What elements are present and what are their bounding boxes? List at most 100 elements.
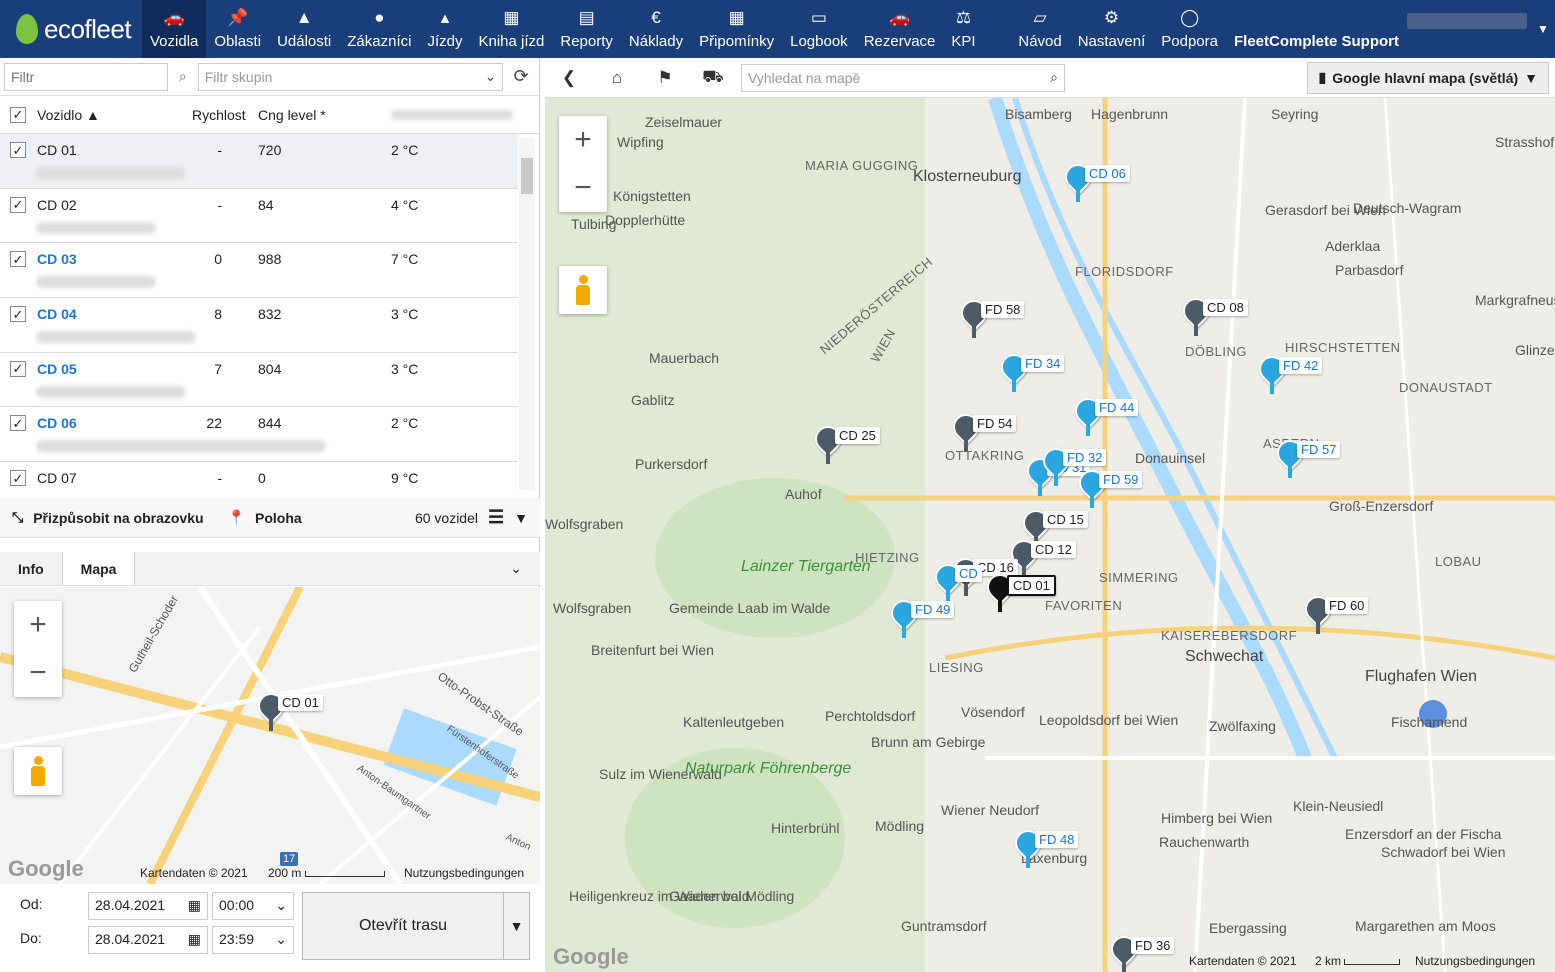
nav-item-připomínky[interactable]: ▦ Připomínky — [691, 0, 782, 58]
back-chevron-icon[interactable]: ❮ — [545, 58, 593, 98]
truck-icon[interactable]: ⛟ — [689, 58, 737, 98]
map-place-label: Hagenbrunn — [1091, 106, 1169, 122]
nav-item-kpi[interactable]: ⚖ KPI — [943, 0, 983, 58]
nav-item-jízdy[interactable]: ▴ Jízdy — [419, 0, 470, 58]
vehicle-marker-label: FD 60 — [1325, 597, 1369, 614]
nav-item-podpora[interactable]: ◯ Podpora — [1153, 0, 1226, 58]
vehicle-marker-label: CD 15 — [1043, 511, 1088, 528]
open-route-button[interactable]: Otevřít trasu ▼ — [302, 892, 530, 960]
mini-zoom-out-button[interactable]: − — [14, 649, 62, 697]
top-navigation: ecofleet 🚗 Vozidla 📌 Oblasti ▲ Události ● Zákaz… — [0, 0, 1555, 58]
vehicle-marker-label: FD 48 — [1035, 831, 1079, 848]
flag-icon[interactable]: ⚑ — [641, 58, 689, 98]
vehicle-filter-input[interactable] — [4, 62, 168, 91]
map-place-label: FLORIDSDORF — [1075, 264, 1174, 279]
mini-street-view-pegman-icon[interactable] — [14, 747, 62, 795]
to-date-input[interactable]: 28.04.2021 ▦ — [88, 926, 208, 954]
google-logo: Google — [8, 856, 84, 881]
map-place-label: OTTAKRING — [945, 448, 1025, 463]
table-row[interactable]: ✓ CD 06 22 844 2 °C — [0, 407, 518, 463]
group-filter-select[interactable]: Filtr skupin ⌄ — [197, 62, 504, 91]
vehicle-marker-label: FD 57 — [1297, 441, 1341, 458]
map-place-label: Deutsch-Wagram — [1353, 200, 1462, 216]
nav-item-zákazníci[interactable]: ● Zákazníci — [339, 0, 419, 58]
fit-to-screen-button[interactable]: Přizpůsobit na obrazovku — [33, 510, 203, 526]
table-row[interactable]: ✓ CD 03 0 988 7 °C — [0, 243, 518, 299]
nav-item-nastavení[interactable]: ⚙ Nastavení — [1070, 0, 1154, 58]
chevron-down-icon[interactable]: ▼ — [514, 510, 528, 526]
map-place-label: MARIA GUGGING — [805, 158, 919, 173]
col-speed[interactable]: Rychlost — [192, 107, 246, 123]
collapse-chevron-icon[interactable]: ⌄ — [492, 552, 540, 585]
select-all-checkbox[interactable]: ✓ — [10, 106, 26, 123]
search-icon[interactable]: ⌕ — [172, 68, 194, 85]
nav-item-návod[interactable]: ▱ Návod — [1010, 0, 1069, 58]
vehicle-speed: - — [217, 196, 222, 213]
tab-map[interactable]: Mapa — [61, 552, 136, 585]
chat-icon: ◯ — [1180, 8, 1200, 27]
to-time-select[interactable]: 23:59 ⌄ — [212, 926, 294, 954]
warning-icon: ▲ — [295, 8, 313, 27]
calendar-icon[interactable]: ▦ — [188, 897, 201, 915]
map-layer-select[interactable]: ▮ Google hlavní mapa (světlá) ▼ — [1307, 61, 1549, 94]
mini-zoom-in-button[interactable]: + — [14, 601, 62, 649]
from-date-input[interactable]: 28.04.2021 ▦ — [88, 892, 208, 920]
nav-label: Zákazníci — [347, 33, 412, 50]
refresh-icon[interactable]: ⟳ — [507, 66, 535, 87]
position-button[interactable]: Poloha — [255, 510, 302, 526]
vehicle-marker-label: CD 25 — [835, 427, 880, 444]
map-search-input[interactable]: Vyhledat na mapě ⌕ — [741, 63, 1065, 92]
table-row[interactable]: ✓ CD 05 7 804 3 °C — [0, 353, 518, 408]
vehicle-temperature: 9 °C — [391, 470, 419, 487]
search-icon[interactable]: ⌕ — [1050, 69, 1058, 86]
nav-item-fleetcomplete-support[interactable]: FleetComplete Support — [1226, 0, 1407, 58]
zoom-out-button[interactable]: − — [559, 164, 607, 212]
map-place-label: Klosterneuburg — [913, 168, 1022, 185]
tab-info[interactable]: Info — [0, 552, 62, 585]
mini-map[interactable]: Gutheil-Schoder Otto-Probst-Straße Fürst… — [0, 587, 540, 884]
col-cng-level[interactable]: Cng level * — [258, 107, 326, 123]
map-book-icon: ▮ — [1318, 69, 1327, 85]
col-blurred[interactable] — [392, 109, 512, 120]
from-time-select[interactable]: 00:00 ⌄ — [212, 892, 294, 920]
nav-item-oblasti[interactable]: 📌 Oblasti — [206, 0, 269, 58]
nav-label: Náklady — [628, 33, 684, 50]
nav-item-vozidla[interactable]: 🚗 Vozidla — [142, 0, 207, 58]
brand-name: ecofleet — [44, 13, 132, 44]
nav-item-reporty[interactable]: ▤ Reporty — [552, 0, 621, 58]
table-row[interactable]: ✓ CD 04 8 832 3 °C — [0, 298, 518, 353]
home-icon[interactable]: ⌂ — [593, 58, 641, 98]
ecofleet-logo[interactable]: ecofleet — [0, 0, 142, 58]
mini-terms-link[interactable]: Nutzungsbedingungen — [404, 866, 524, 880]
nav-label: Rezervace — [863, 33, 936, 50]
calendar-icon[interactable]: ▦ — [188, 931, 201, 949]
list-scrollbar[interactable] — [519, 138, 535, 490]
nav-item-rezervace[interactable]: 🚗 Rezervace — [856, 0, 944, 58]
table-row[interactable]: ✓ CD 01-720 2 °C — [0, 134, 518, 189]
google-logo: Google — [553, 944, 629, 969]
user-menu-chevron-icon[interactable]: ▼ — [1531, 0, 1555, 58]
route-options-chevron-icon[interactable]: ▼ — [503, 893, 529, 959]
vehicle-temperature: 2 °C — [391, 142, 419, 158]
map-terms-link[interactable]: Nutzungsbedingungen — [1415, 954, 1535, 968]
nav-label: Kniha jízd — [478, 33, 545, 50]
zoom-in-button[interactable]: + — [559, 116, 607, 164]
list-menu-icon[interactable]: ☰ — [488, 507, 504, 528]
main-map[interactable]: ❮ ⌂ ⚑ ⛟ Vyhledat na mapě ⌕ ▮ Google hlav… — [545, 58, 1555, 972]
map-place-label: Zeiselmauer — [645, 114, 723, 130]
col-vehicle[interactable]: Vozidlo ▲ — [37, 107, 100, 123]
nav-item-logbook[interactable]: ▭ Logbook — [782, 0, 856, 58]
nav-item-náklady[interactable]: € Náklady — [621, 0, 691, 58]
nav-item-události[interactable]: ▲ Události — [269, 0, 339, 58]
vehicle-marker-label: CD 06 — [1085, 165, 1130, 182]
nav-item-kniha-jízd[interactable]: ▦ Kniha jízd — [470, 0, 552, 58]
street-view-pegman-icon[interactable] — [559, 266, 607, 314]
user-name-blurred[interactable] — [1407, 13, 1527, 29]
map-place-label: Purkersdorf — [635, 456, 708, 472]
from-label: Od: — [20, 896, 43, 912]
map-place-label: Aderklaa — [1325, 238, 1381, 254]
map-place-label: Rauchenwarth — [1159, 834, 1250, 850]
vehicle-marker-label: FD 58 — [981, 301, 1025, 318]
map-place-label: Donauinsel — [1135, 450, 1206, 466]
table-row[interactable]: ✓ CD 02-84 4 °C — [0, 189, 518, 244]
